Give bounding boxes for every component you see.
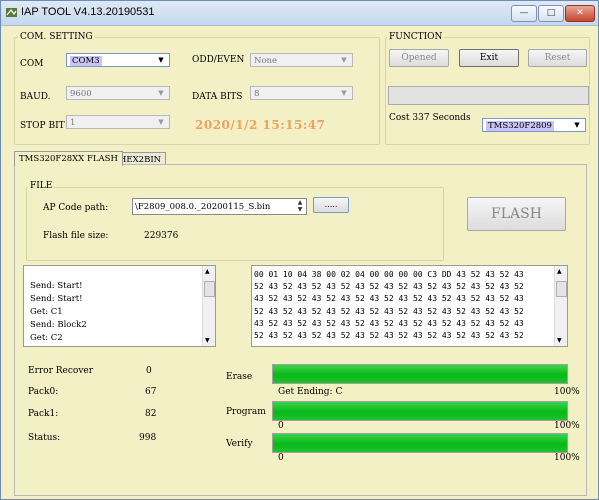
- status-value: 998: [139, 433, 157, 443]
- hex-line[interactable]: 00 01 10 04 38 00 02 04 00 00 00 00 C3 D…: [254, 269, 524, 281]
- data-bits-label: DATA BITS: [192, 92, 243, 102]
- function-label: FUNCTION: [387, 32, 445, 42]
- function-progress-bar: [388, 86, 589, 105]
- ap-code-path-value: \F2809_008.0._20200115_S.bin: [135, 202, 271, 212]
- stop-bit-label: STOP BIT: [20, 121, 65, 131]
- ap-code-path-input[interactable]: \F2809_008.0._20200115_S.bin: [132, 198, 307, 215]
- hex-line[interactable]: 52 43 52 43 52 43 52 43 52 43 52 43 52 4…: [254, 330, 524, 342]
- app-icon: [6, 8, 17, 17]
- erase-progress-fill: [273, 365, 567, 383]
- erase-progress-bar: [272, 364, 568, 384]
- program-percent: 100%: [554, 421, 580, 431]
- baud-select[interactable]: 9600 ▼: [66, 86, 170, 100]
- scroll-thumb[interactable]: [204, 281, 215, 297]
- pack1-value: 82: [145, 409, 157, 419]
- hex-line[interactable]: 43 52 43 52 43 52 43 52 43 52 43 52 43 5…: [254, 293, 524, 305]
- chip-value: TMS320F2809: [486, 121, 554, 131]
- flash-button[interactable]: FLASH: [467, 197, 566, 231]
- stop-bit-select[interactable]: 1 ▼: [66, 115, 170, 129]
- chip-select[interactable]: TMS320F2809 ▼: [482, 118, 586, 132]
- browse-button[interactable]: .....: [313, 197, 349, 213]
- tab-tms320f28xx-flash[interactable]: TMS320F28XX FLASH: [14, 151, 123, 166]
- odd-even-value: None: [254, 56, 278, 66]
- ap-code-label: AP Code path:: [43, 203, 109, 213]
- datetime-display: 2020/1/2 15:15:47: [195, 118, 326, 132]
- file-label: FILE: [28, 181, 55, 191]
- log-item[interactable]: Send: Start!: [30, 280, 87, 293]
- program-progress-bar: [272, 401, 568, 421]
- minimize-button[interactable]: —: [511, 5, 537, 22]
- window-title: IAP TOOL V4.13.20190531: [21, 6, 155, 18]
- reset-button[interactable]: Reset: [528, 49, 587, 67]
- com-setting-label: COM. SETTING: [18, 32, 95, 42]
- erase-label: Erase: [226, 372, 253, 382]
- log-scrollbar[interactable]: ▲ ▼: [202, 266, 215, 346]
- title-bar[interactable]: IAP TOOL V4.13.20190531 — □ ✕: [1, 1, 598, 26]
- log-item[interactable]: Send: Block2: [30, 319, 87, 332]
- com-select[interactable]: COM3 ▼: [66, 53, 170, 67]
- exit-button[interactable]: Exit: [459, 49, 519, 67]
- hex-line[interactable]: 52 43 52 43 52 43 52 43 52 43 52 43 52 4…: [254, 281, 524, 293]
- error-recover-label: Error Recover: [28, 366, 94, 376]
- path-spinner[interactable]: ▲ ▼: [294, 199, 306, 214]
- flash-size-value: 229376: [144, 231, 179, 241]
- hex-line[interactable]: 43 52 43 52 43 52 43 52 43 52 43 52 43 5…: [254, 318, 524, 330]
- chevron-down-icon: ▼: [158, 56, 164, 64]
- erase-percent: 100%: [554, 387, 580, 397]
- data-bits-value: 8: [254, 89, 260, 99]
- verify-percent: 100%: [554, 453, 580, 463]
- hex-scrollbar[interactable]: ▲ ▼: [554, 266, 567, 346]
- stop-bit-value: 1: [70, 118, 76, 128]
- com-label: COM: [20, 59, 44, 69]
- chevron-down-icon: ▼: [574, 121, 580, 129]
- verify-progress-fill: [273, 434, 567, 452]
- opened-button[interactable]: Opened: [389, 49, 449, 67]
- program-label: Program: [226, 407, 266, 417]
- flash-size-label: Flash file size:: [43, 231, 109, 241]
- chevron-down-icon: ▼: [297, 206, 303, 213]
- scroll-up-icon[interactable]: ▲: [205, 268, 210, 275]
- chevron-down-icon: ▼: [341, 56, 347, 64]
- chevron-down-icon: ▼: [158, 118, 164, 126]
- hex-line[interactable]: 52 43 52 43 52 43 52 43 52 43 52 43 52 4…: [254, 306, 524, 318]
- erase-note: Get Ending: C: [278, 387, 343, 397]
- verify-progress-bar: [272, 433, 568, 453]
- odd-even-select[interactable]: None ▼: [250, 53, 353, 67]
- verify-label: Verify: [226, 439, 253, 449]
- baud-label: BAUD.: [20, 92, 51, 102]
- scroll-down-icon[interactable]: ▼: [557, 337, 562, 344]
- chevron-down-icon: ▼: [158, 89, 164, 97]
- data-bits-select[interactable]: 8 ▼: [250, 86, 353, 100]
- close-button[interactable]: ✕: [565, 5, 595, 22]
- main-window: IAP TOOL V4.13.20190531 — □ ✕ COM. SETTI…: [0, 0, 599, 500]
- tab-panel: FILE AP Code path: \F2809_008.0._2020011…: [14, 164, 587, 496]
- hex-data-list[interactable]: 00 01 10 04 38 00 02 04 00 00 00 00 C3 D…: [251, 265, 568, 347]
- chevron-up-icon: ▲: [297, 199, 303, 206]
- baud-value: 9600: [70, 89, 92, 99]
- program-start: 0: [278, 421, 284, 431]
- scroll-up-icon[interactable]: ▲: [557, 268, 562, 275]
- log-list[interactable]: Send: Start! Send: Start! Get: C1 Send: Blo…: [23, 265, 216, 347]
- cost-text: Cost 337 Seconds: [389, 113, 471, 123]
- pack0-label: Pack0:: [28, 387, 59, 397]
- scroll-down-icon[interactable]: ▼: [205, 337, 210, 344]
- verify-start: 0: [278, 453, 284, 463]
- maximize-button[interactable]: □: [538, 5, 564, 22]
- close-icon: ✕: [576, 8, 584, 18]
- program-progress-fill: [273, 402, 567, 420]
- status-label: Status:: [28, 433, 61, 443]
- scroll-thumb[interactable]: [556, 281, 567, 297]
- log-item[interactable]: Get: C2: [30, 332, 87, 345]
- maximize-icon: □: [546, 8, 556, 18]
- chevron-down-icon: ▼: [341, 89, 347, 97]
- minimize-icon: —: [519, 8, 529, 18]
- odd-even-label: ODD/EVEN: [192, 55, 245, 65]
- pack1-label: Pack1:: [28, 409, 59, 419]
- com-value: COM3: [70, 56, 102, 66]
- error-recover-value: 0: [146, 366, 152, 376]
- pack0-value: 67: [145, 387, 157, 397]
- log-item[interactable]: Get: C1: [30, 306, 87, 319]
- log-item[interactable]: Send: Start!: [30, 293, 87, 306]
